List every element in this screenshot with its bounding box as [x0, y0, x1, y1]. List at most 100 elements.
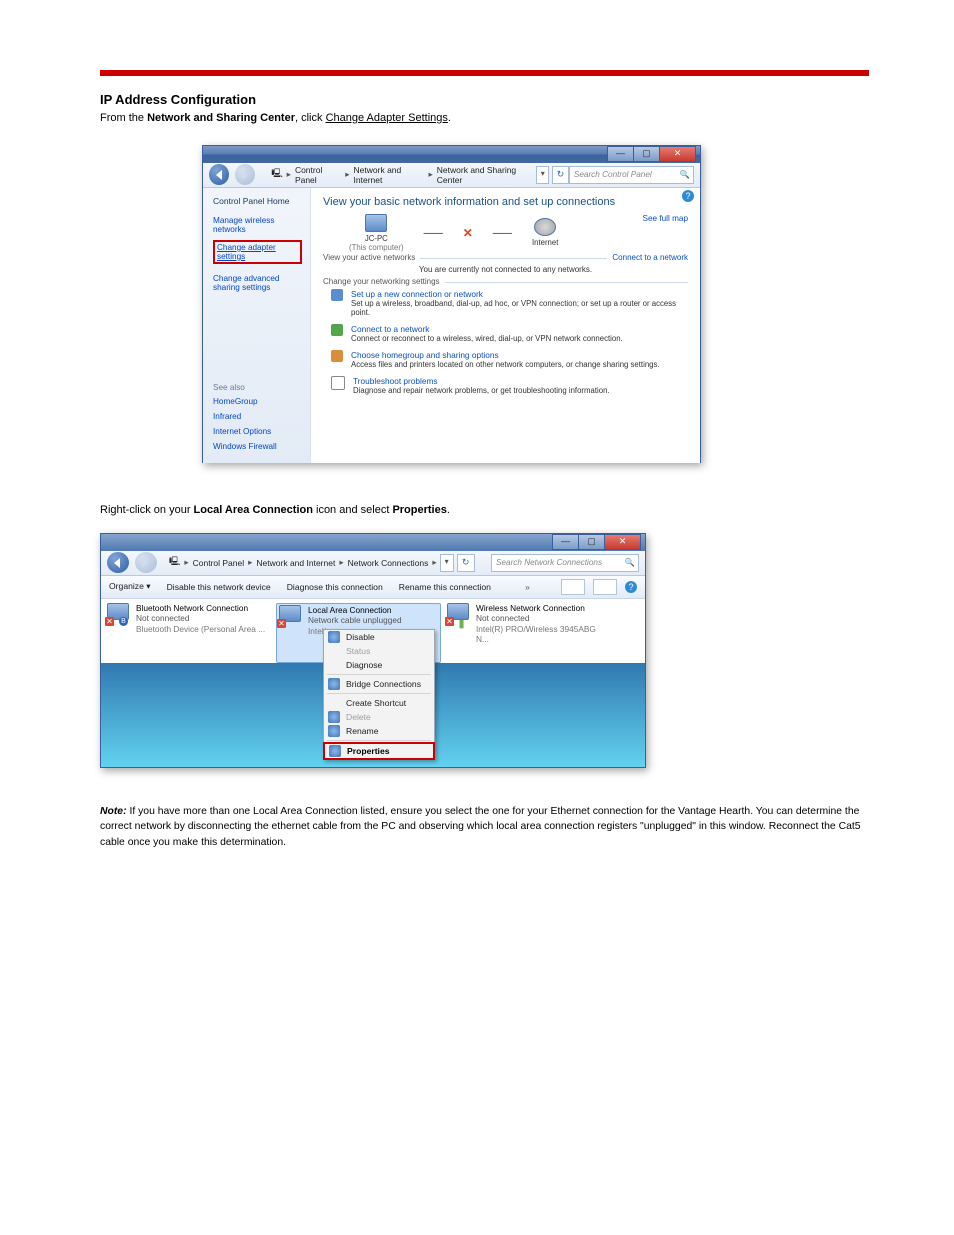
conn1-status: Not connected	[136, 613, 265, 623]
search-input[interactable]: Search Network Connections 🔍	[491, 554, 639, 572]
windows-firewall-link[interactable]: Windows Firewall	[213, 442, 302, 451]
homegroup-link[interactable]: HomeGroup	[213, 397, 302, 406]
main-content-pane: ? View your basic network information an…	[311, 188, 700, 463]
network-sharing-center-window: — ▢ ✕ 🖳▸ Control Panel▸ Network and Inte…	[202, 145, 701, 463]
menu-status: Status	[324, 644, 434, 658]
bluetooth-connection-item[interactable]: ✕B Bluetooth Network Connection Not conn…	[107, 603, 270, 663]
crumb-net[interactable]: Network and Internet	[354, 165, 425, 185]
conn2-name: Local Area Connection	[308, 605, 402, 615]
menu-disable[interactable]: Disable	[324, 630, 434, 644]
address-bar: 🖳▸ Control Panel▸ Network and Internet▸ …	[203, 163, 700, 188]
path-dropdown[interactable]: ▾	[440, 554, 454, 572]
menu-rename[interactable]: Rename	[324, 724, 434, 738]
diagnose-connection-cmd[interactable]: Diagnose this connection	[287, 582, 383, 592]
infrared-link[interactable]: Infrared	[213, 412, 302, 421]
network-connections-window: — ▢ ✕ 🖳▸ Control Panel▸ Network and Inte…	[100, 533, 646, 768]
setup-connection-link[interactable]: Set up a new connection or network	[351, 289, 688, 299]
maximize-button[interactable]: ▢	[633, 146, 660, 162]
note-text: If you have more than one Local Area Con…	[100, 806, 861, 848]
homegroup-options-link[interactable]: Choose homegroup and sharing options	[351, 350, 660, 360]
setup-connection-desc: Set up a wireless, broadband, dial-up, a…	[351, 299, 688, 317]
forward-button[interactable]	[235, 164, 255, 185]
breadcrumb[interactable]: 🖳▸ Control Panel▸ Network and Internet▸ …	[169, 556, 437, 570]
shield-icon	[328, 678, 340, 690]
network-diagram: JC-PC (This computer) ─── ✕ ─── Internet	[349, 214, 688, 252]
troubleshoot-link[interactable]: Troubleshoot problems	[353, 376, 610, 386]
node-internet: Internet	[532, 218, 558, 247]
crumb-net[interactable]: Network and Internet	[256, 558, 335, 568]
s2-1: Right-click on your	[100, 504, 194, 516]
menu-diagnose[interactable]: Diagnose	[324, 658, 434, 672]
s2-b1: Local Area Connection	[194, 504, 313, 516]
change-advanced-sharing-link[interactable]: Change advanced sharing settings	[213, 274, 302, 292]
intro-1: From the	[100, 112, 147, 124]
troubleshoot-icon	[331, 376, 345, 390]
crumb-nsc[interactable]: Network and Sharing Center	[437, 165, 533, 185]
command-bar: Organize ▾ Disable this network device D…	[101, 576, 645, 599]
wireless-connection-item[interactable]: ✕▮ Wireless Network Connection Not conne…	[447, 603, 610, 663]
menu-properties[interactable]: Properties	[323, 742, 435, 760]
main-heading: View your basic network information and …	[323, 196, 688, 208]
manage-wireless-link[interactable]: Manage wireless networks	[213, 216, 302, 234]
shield-icon	[329, 745, 341, 757]
shield-icon	[328, 725, 340, 737]
breadcrumb[interactable]: 🖳▸ Control Panel▸ Network and Internet▸ …	[271, 165, 533, 185]
search-input[interactable]: Search Control Panel 🔍	[569, 166, 694, 184]
connect-network-desc: Connect or reconnect to a wireless, wire…	[351, 334, 623, 343]
intro-bold: Network and Sharing Center	[147, 112, 295, 124]
disable-device-cmd[interactable]: Disable this network device	[167, 582, 271, 592]
minimize-button[interactable]: —	[607, 146, 634, 162]
x-badge-icon: ✕	[277, 619, 286, 628]
conn1-adapter: Bluetooth Device (Personal Area ...	[136, 624, 265, 634]
intro-text: From the Network and Sharing Center, cli…	[100, 111, 869, 127]
cp-home-link[interactable]: Control Panel Home	[213, 196, 302, 206]
menu-shortcut[interactable]: Create Shortcut	[324, 696, 434, 710]
conn1-name: Bluetooth Network Connection	[136, 603, 265, 613]
crumb-nc[interactable]: Network Connections	[348, 558, 429, 568]
homegroup-icon	[331, 350, 343, 362]
close-button[interactable]: ✕	[604, 534, 641, 550]
node-internet-label: Internet	[532, 238, 558, 247]
rename-connection-cmd[interactable]: Rename this connection	[399, 582, 491, 592]
organize-menu[interactable]: Organize ▾	[109, 581, 151, 592]
computer-icon	[365, 214, 387, 232]
title-bar: — ▢ ✕	[101, 534, 645, 551]
connect-network-link[interactable]: Connect to a network	[607, 253, 688, 262]
view-options-button[interactable]	[561, 579, 585, 595]
intro-link-text: Change Adapter Settings	[326, 112, 448, 124]
see-also-label: See also	[213, 383, 302, 392]
connect-network-link2[interactable]: Connect to a network	[351, 324, 623, 334]
diagram-line: ───	[424, 228, 443, 238]
help-icon[interactable]: ?	[682, 190, 694, 202]
internet-options-link[interactable]: Internet Options	[213, 427, 302, 436]
change-adapter-settings-link[interactable]: Change adapter settings	[213, 240, 302, 264]
homegroup-options-desc: Access files and printers located on oth…	[351, 360, 660, 369]
active-networks-label: View your active networks	[323, 253, 420, 262]
more-commands[interactable]: »	[525, 582, 530, 592]
help-icon[interactable]: ?	[625, 581, 637, 593]
close-button[interactable]: ✕	[659, 146, 696, 162]
path-dropdown[interactable]: ▾	[536, 166, 549, 184]
see-full-map-link[interactable]: See full map	[642, 214, 688, 223]
s2-2: icon and select	[313, 504, 393, 516]
shield-icon	[328, 631, 340, 643]
minimize-button[interactable]: —	[552, 534, 579, 550]
maximize-button[interactable]: ▢	[578, 534, 605, 550]
back-button[interactable]	[107, 552, 129, 573]
forward-button[interactable]	[135, 552, 157, 573]
refresh-button[interactable]: ↻	[457, 554, 475, 572]
crumb-cp[interactable]: Control Panel	[193, 558, 245, 568]
node-pc-label: JC-PC	[349, 234, 404, 243]
title-bar: — ▢ ✕	[203, 146, 700, 163]
troubleshoot-desc: Diagnose and repair network problems, or…	[353, 386, 610, 395]
refresh-button[interactable]: ↻	[552, 166, 569, 184]
preview-pane-button[interactable]	[593, 579, 617, 595]
menu-bridge[interactable]: Bridge Connections	[324, 677, 434, 691]
bluetooth-icon: B	[119, 617, 128, 626]
conn3-status: Not connected	[476, 613, 610, 623]
crumb-cp[interactable]: Control Panel	[295, 165, 341, 185]
back-button[interactable]	[209, 164, 229, 185]
note-paragraph: Note: If you have more than one Local Ar…	[100, 804, 869, 851]
x-badge-icon: ✕	[445, 617, 454, 626]
conn3-adapter: Intel(R) PRO/Wireless 3945ABG N...	[476, 624, 610, 645]
